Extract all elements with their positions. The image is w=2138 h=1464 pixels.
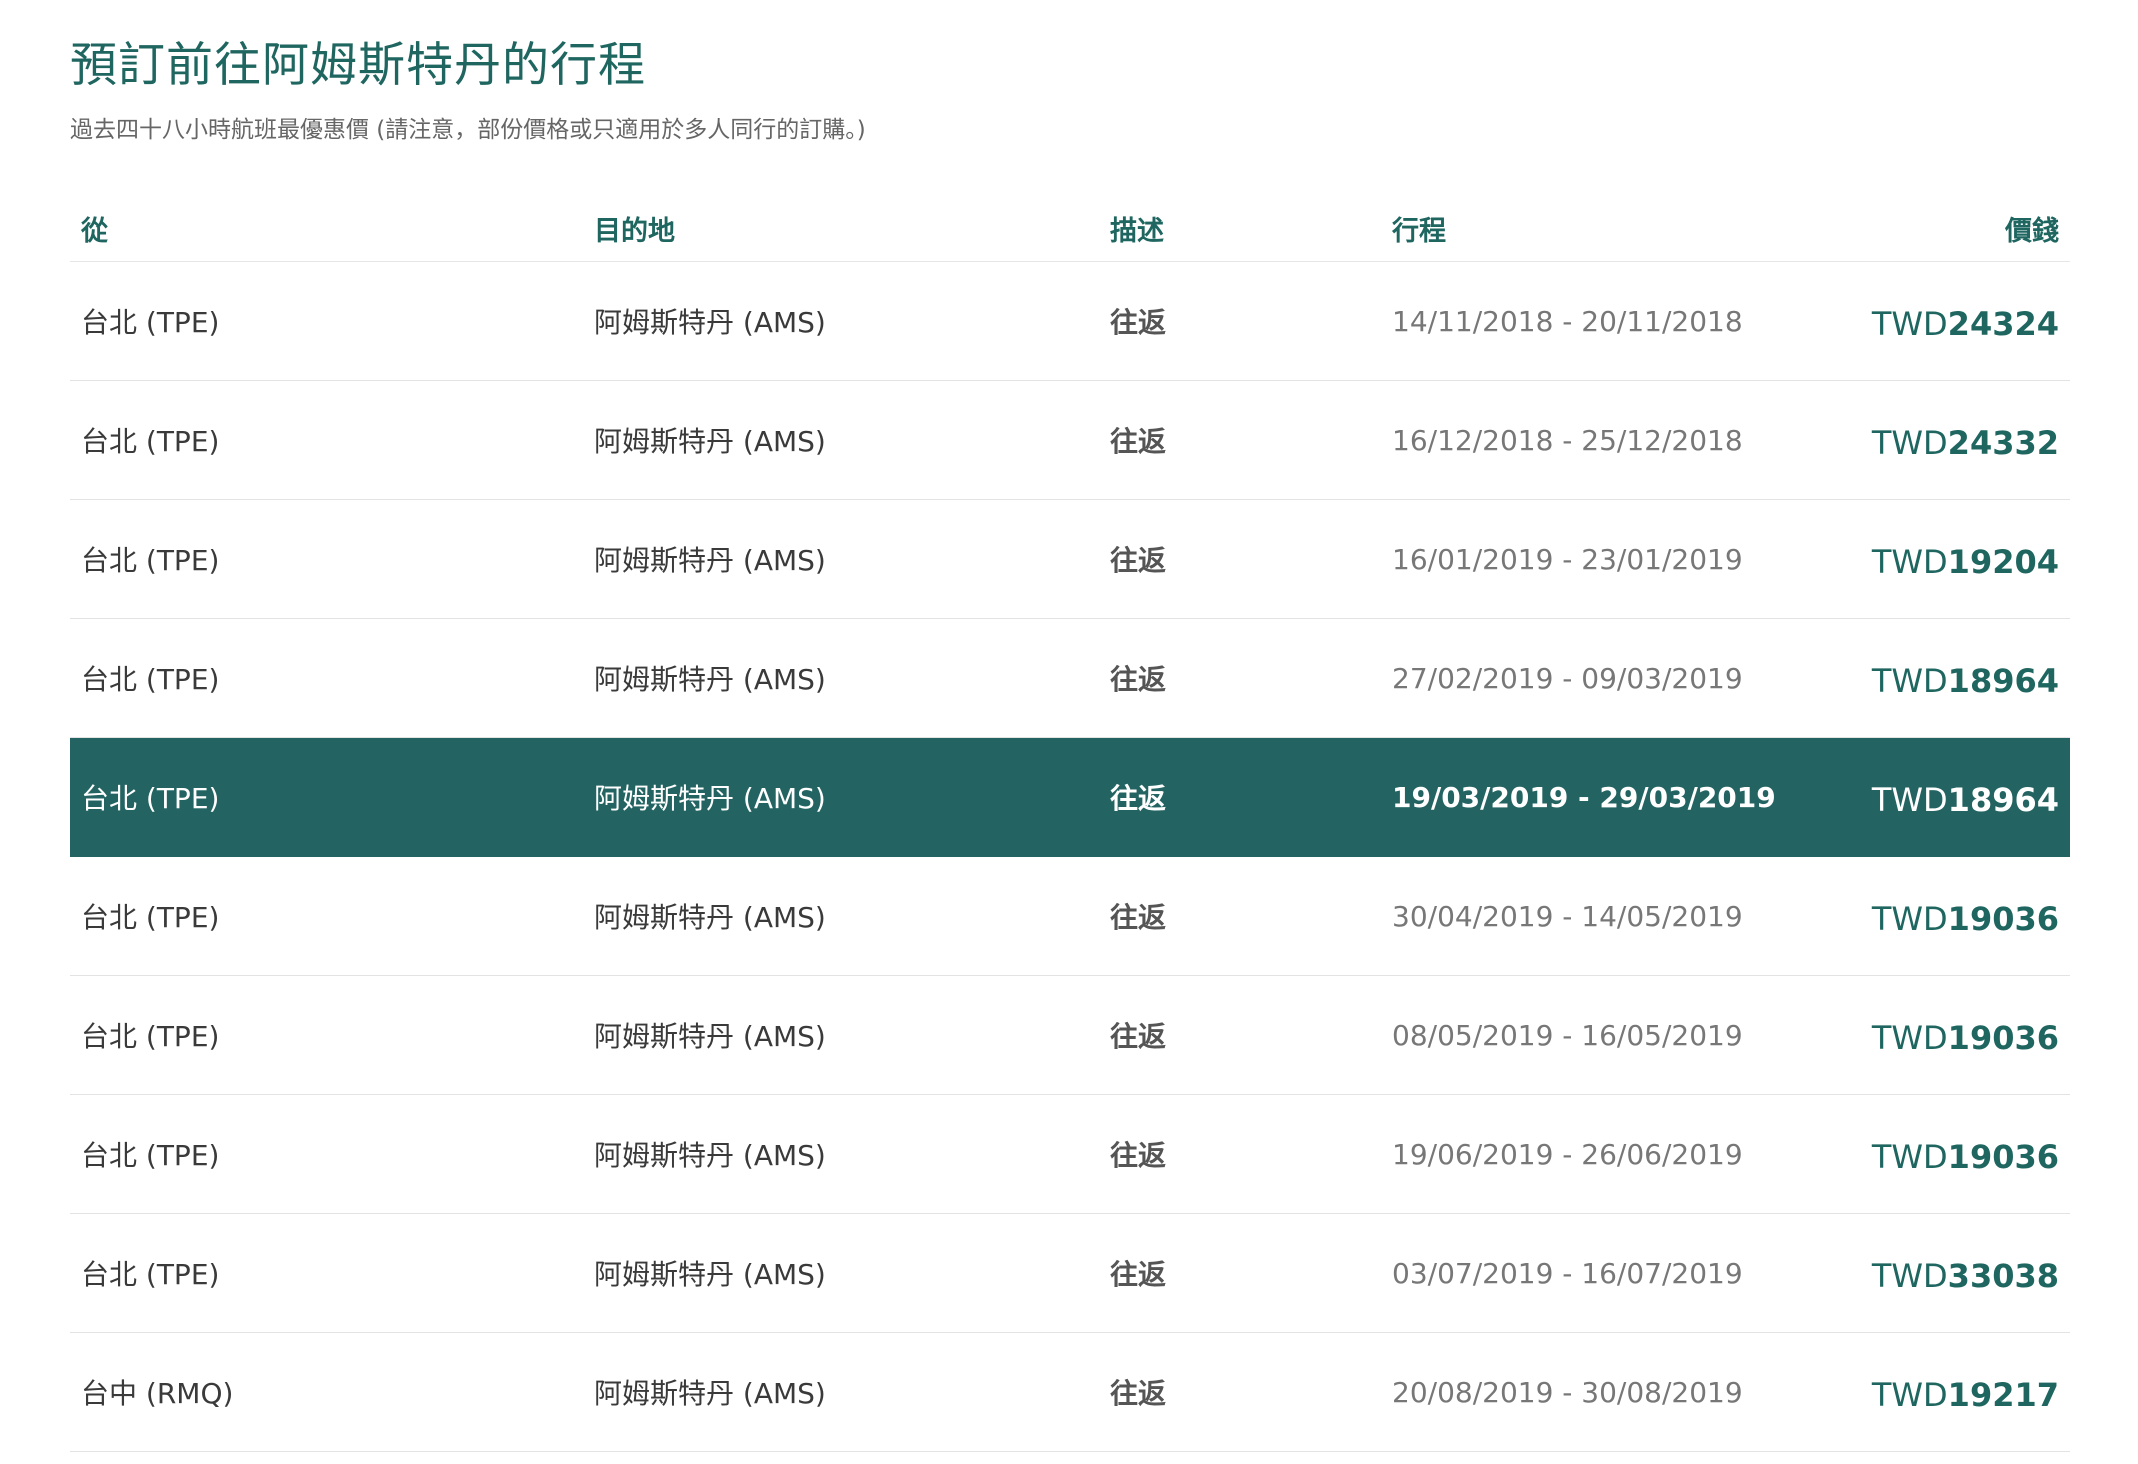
price-cell[interactable]: TWD 33038 <box>1872 1214 2059 1332</box>
description-cell: 往返 <box>1110 1377 1167 1410</box>
header-from[interactable]: 從 <box>81 195 108 261</box>
dates-cell: 16/01/2019 - 23/01/2019 <box>1392 542 1743 576</box>
price-currency: TWD <box>1871 1138 1948 1176</box>
price-cell[interactable]: TWD 19204 <box>1872 500 2059 618</box>
description-cell: 往返 <box>1110 425 1167 458</box>
destination-cell: 阿姆斯特丹 (AMS) <box>594 1377 826 1410</box>
description-cell: 往返 <box>1110 663 1167 696</box>
destination-cell: 阿姆斯特丹 (AMS) <box>594 782 826 815</box>
price-cell[interactable]: TWD 19036 <box>1872 857 2059 975</box>
price-cell[interactable]: TWD 24332 <box>1872 381 2059 499</box>
fares-table: 從 目的地 描述 行程 價錢 台北 (TPE) 阿姆斯特丹 (AMS) 往返 1… <box>70 195 2070 1452</box>
price-amount: 33038 <box>1947 1257 2059 1295</box>
table-row-highlighted[interactable]: 台北 (TPE) 阿姆斯特丹 (AMS) 往返 19/03/2019 - 29/… <box>70 738 2070 857</box>
from-cell: 台北 (TPE) <box>81 901 220 934</box>
from-cell: 台北 (TPE) <box>81 1258 220 1291</box>
price-currency: TWD <box>1871 305 1948 343</box>
destination-cell: 阿姆斯特丹 (AMS) <box>594 901 826 934</box>
from-cell: 台北 (TPE) <box>81 306 220 339</box>
page-subtitle: 過去四十八小時航班最優惠價 (請注意，部份價格或只適用於多人同行的訂購。) <box>70 117 866 143</box>
price-currency: TWD <box>1871 1376 1948 1414</box>
from-cell: 台中 (RMQ) <box>81 1377 234 1410</box>
header-description[interactable]: 描述 <box>1110 195 1164 261</box>
table-header: 從 目的地 描述 行程 價錢 <box>70 195 2070 262</box>
from-cell: 台北 (TPE) <box>81 1020 220 1053</box>
table-row[interactable]: 台中 (RMQ) 阿姆斯特丹 (AMS) 往返 20/08/2019 - 30/… <box>70 1333 2070 1452</box>
dates-cell: 08/05/2019 - 16/05/2019 <box>1392 1018 1743 1052</box>
price-currency: TWD <box>1871 424 1948 462</box>
table-row[interactable]: 台北 (TPE) 阿姆斯特丹 (AMS) 往返 27/02/2019 - 09/… <box>70 619 2070 738</box>
price-cell[interactable]: TWD 19217 <box>1872 1333 2059 1451</box>
price-currency: TWD <box>1871 662 1948 700</box>
table-row[interactable]: 台北 (TPE) 阿姆斯特丹 (AMS) 往返 16/12/2018 - 25/… <box>70 381 2070 500</box>
description-cell: 往返 <box>1110 544 1167 577</box>
description-cell: 往返 <box>1110 1020 1167 1053</box>
from-cell: 台北 (TPE) <box>81 544 220 577</box>
price-currency: TWD <box>1871 781 1948 819</box>
header-trip[interactable]: 行程 <box>1392 195 1446 261</box>
destination-cell: 阿姆斯特丹 (AMS) <box>594 1139 826 1172</box>
price-amount: 19036 <box>1947 1138 2059 1176</box>
description-cell: 往返 <box>1110 782 1167 815</box>
dates-cell: 30/04/2019 - 14/05/2019 <box>1392 899 1743 933</box>
price-currency: TWD <box>1871 1257 1948 1295</box>
table-row[interactable]: 台北 (TPE) 阿姆斯特丹 (AMS) 往返 30/04/2019 - 14/… <box>70 857 2070 976</box>
price-cell[interactable]: TWD 18964 <box>1872 619 2059 737</box>
price-currency: TWD <box>1871 543 1948 581</box>
price-amount: 19217 <box>1947 1376 2059 1414</box>
price-currency: TWD <box>1871 1019 1948 1057</box>
destination-cell: 阿姆斯特丹 (AMS) <box>594 544 826 577</box>
price-amount: 24324 <box>1947 305 2059 343</box>
price-amount: 18964 <box>1947 781 2059 819</box>
price-amount: 18964 <box>1947 662 2059 700</box>
from-cell: 台北 (TPE) <box>81 1139 220 1172</box>
table-row[interactable]: 台北 (TPE) 阿姆斯特丹 (AMS) 往返 03/07/2019 - 16/… <box>70 1214 2070 1333</box>
from-cell: 台北 (TPE) <box>81 663 220 696</box>
dates-cell: 19/03/2019 - 29/03/2019 <box>1392 780 1776 814</box>
description-cell: 往返 <box>1110 306 1167 339</box>
destination-cell: 阿姆斯特丹 (AMS) <box>594 663 826 696</box>
header-destination[interactable]: 目的地 <box>594 195 675 261</box>
price-cell[interactable]: TWD 19036 <box>1872 976 2059 1094</box>
dates-cell: 03/07/2019 - 16/07/2019 <box>1392 1256 1743 1290</box>
price-cell[interactable]: TWD 19036 <box>1872 1095 2059 1213</box>
dates-cell: 14/11/2018 - 20/11/2018 <box>1392 304 1743 338</box>
price-currency: TWD <box>1871 900 1948 938</box>
destination-cell: 阿姆斯特丹 (AMS) <box>594 425 826 458</box>
table-row[interactable]: 台北 (TPE) 阿姆斯特丹 (AMS) 往返 14/11/2018 - 20/… <box>70 262 2070 381</box>
page-title: 預訂前往阿姆斯特丹的行程 <box>70 38 646 93</box>
destination-cell: 阿姆斯特丹 (AMS) <box>594 306 826 339</box>
description-cell: 往返 <box>1110 1258 1167 1291</box>
dates-cell: 27/02/2019 - 09/03/2019 <box>1392 661 1743 695</box>
from-cell: 台北 (TPE) <box>81 425 220 458</box>
dates-cell: 20/08/2019 - 30/08/2019 <box>1392 1375 1743 1409</box>
price-amount: 19204 <box>1947 543 2059 581</box>
destination-cell: 阿姆斯特丹 (AMS) <box>594 1020 826 1053</box>
price-cell[interactable]: TWD 18964 <box>1872 738 2059 856</box>
header-price[interactable]: 價錢 <box>2005 195 2059 261</box>
description-cell: 往返 <box>1110 1139 1167 1172</box>
table-row[interactable]: 台北 (TPE) 阿姆斯特丹 (AMS) 往返 16/01/2019 - 23/… <box>70 500 2070 619</box>
price-amount: 24332 <box>1947 424 2059 462</box>
dates-cell: 16/12/2018 - 25/12/2018 <box>1392 423 1743 457</box>
description-cell: 往返 <box>1110 901 1167 934</box>
table-row[interactable]: 台北 (TPE) 阿姆斯特丹 (AMS) 往返 08/05/2019 - 16/… <box>70 976 2070 1095</box>
price-cell[interactable]: TWD 24324 <box>1872 262 2059 380</box>
destination-cell: 阿姆斯特丹 (AMS) <box>594 1258 826 1291</box>
dates-cell: 19/06/2019 - 26/06/2019 <box>1392 1137 1743 1171</box>
from-cell: 台北 (TPE) <box>81 782 220 815</box>
price-amount: 19036 <box>1947 1019 2059 1057</box>
price-amount: 19036 <box>1947 900 2059 938</box>
table-row[interactable]: 台北 (TPE) 阿姆斯特丹 (AMS) 往返 19/06/2019 - 26/… <box>70 1095 2070 1214</box>
